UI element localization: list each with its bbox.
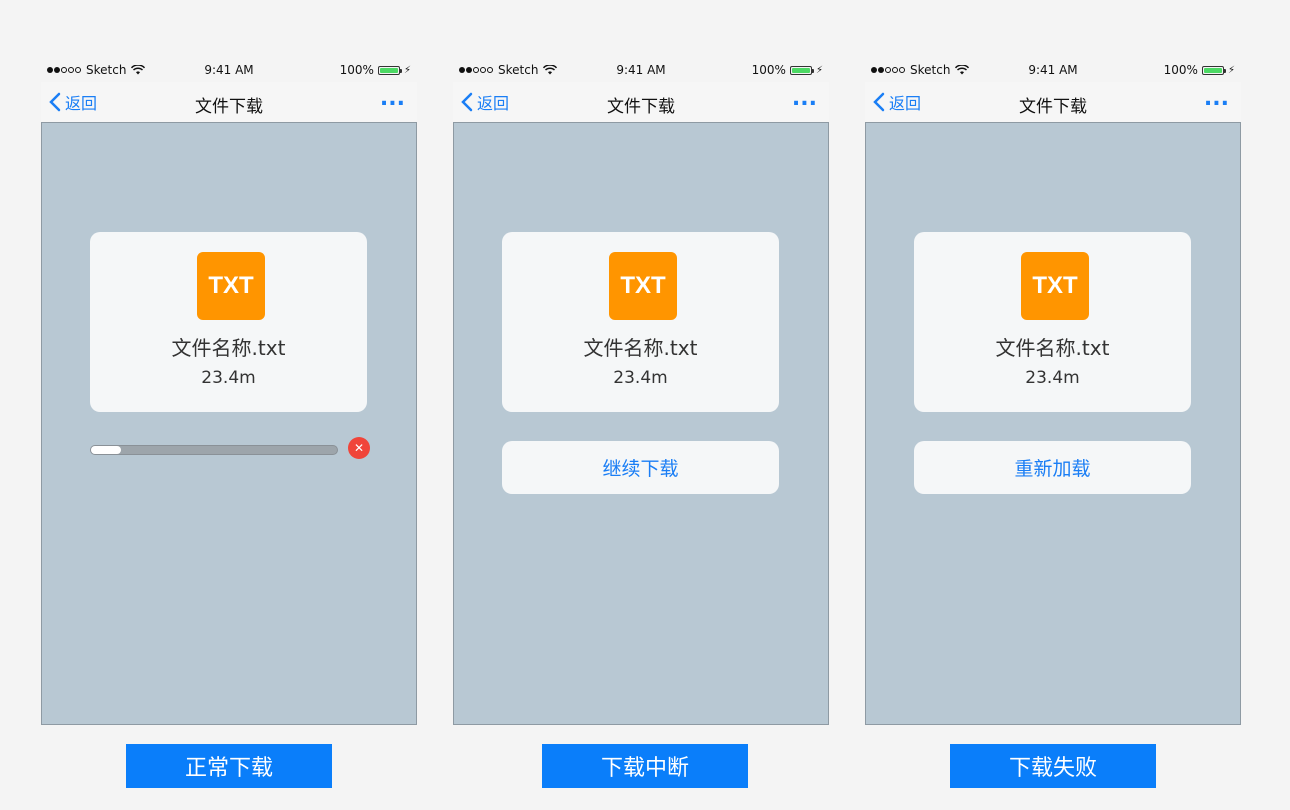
caption-download-interrupted: 下载中断 [542,744,748,788]
content-area: TXT 文件名称.txt 23.4m ✕ [41,122,417,725]
file-name: 文件名称.txt [583,336,698,360]
file-name: 文件名称.txt [171,336,286,360]
bolt-icon: ⚡ [1227,64,1235,76]
status-bar: Sketch 9:41 AM 100% ⚡ [41,60,417,80]
navigation-bar: 返回 文件下载 ... [865,82,1241,122]
battery-indicator: 100% ⚡ [1164,63,1235,77]
battery-percent: 100% [751,63,786,77]
txt-file-icon: TXT [609,252,677,320]
page-title: 文件下载 [607,97,675,117]
screen-download-interrupted: Sketch 9:41 AM 100% ⚡ 返回 文件下载 ... TXT 文件… [453,60,829,725]
screen-normal-download: Sketch 9:41 AM 100% ⚡ 返回 文件下载 ... TXT 文件… [41,60,417,725]
file-card: TXT 文件名称.txt 23.4m [502,232,779,412]
file-card: TXT 文件名称.txt 23.4m [914,232,1191,412]
more-button[interactable]: ... [1204,86,1229,111]
reload-button[interactable]: 重新加载 [914,441,1191,494]
caption-normal-download: 正常下载 [126,744,332,788]
close-icon: ✕ [353,441,365,455]
cancel-download-button[interactable]: ✕ [348,437,370,459]
navigation-bar: 返回 文件下载 ... [41,82,417,122]
battery-indicator: 100% ⚡ [340,63,411,77]
page-title: 文件下载 [1019,97,1087,117]
download-progress-bar [90,445,338,455]
bolt-icon: ⚡ [403,64,411,76]
file-size: 23.4m [613,368,668,388]
status-bar: Sketch 9:41 AM 100% ⚡ [453,60,829,80]
content-area: TXT 文件名称.txt 23.4m 继续下载 [453,122,829,725]
file-size: 23.4m [201,368,256,388]
battery-icon [1201,65,1226,75]
bolt-icon: ⚡ [815,64,823,76]
more-button[interactable]: ... [792,86,817,111]
screen-download-failed: Sketch 9:41 AM 100% ⚡ 返回 文件下载 ... TXT 文件… [865,60,1241,725]
file-name: 文件名称.txt [995,336,1110,360]
page-title: 文件下载 [195,97,263,117]
txt-file-icon: TXT [197,252,265,320]
battery-percent: 100% [339,63,374,77]
content-area: TXT 文件名称.txt 23.4m 重新加载 [865,122,1241,725]
battery-icon [377,65,402,75]
battery-icon [789,65,814,75]
download-progress-fill [91,446,121,454]
battery-indicator: 100% ⚡ [752,63,823,77]
caption-download-failed: 下载失败 [950,744,1156,788]
battery-percent: 100% [1163,63,1198,77]
file-card: TXT 文件名称.txt 23.4m [90,232,367,412]
status-bar: Sketch 9:41 AM 100% ⚡ [865,60,1241,80]
file-size: 23.4m [1025,368,1080,388]
navigation-bar: 返回 文件下载 ... [453,82,829,122]
txt-file-icon: TXT [1021,252,1089,320]
more-button[interactable]: ... [380,86,405,111]
continue-download-button[interactable]: 继续下载 [502,441,779,494]
